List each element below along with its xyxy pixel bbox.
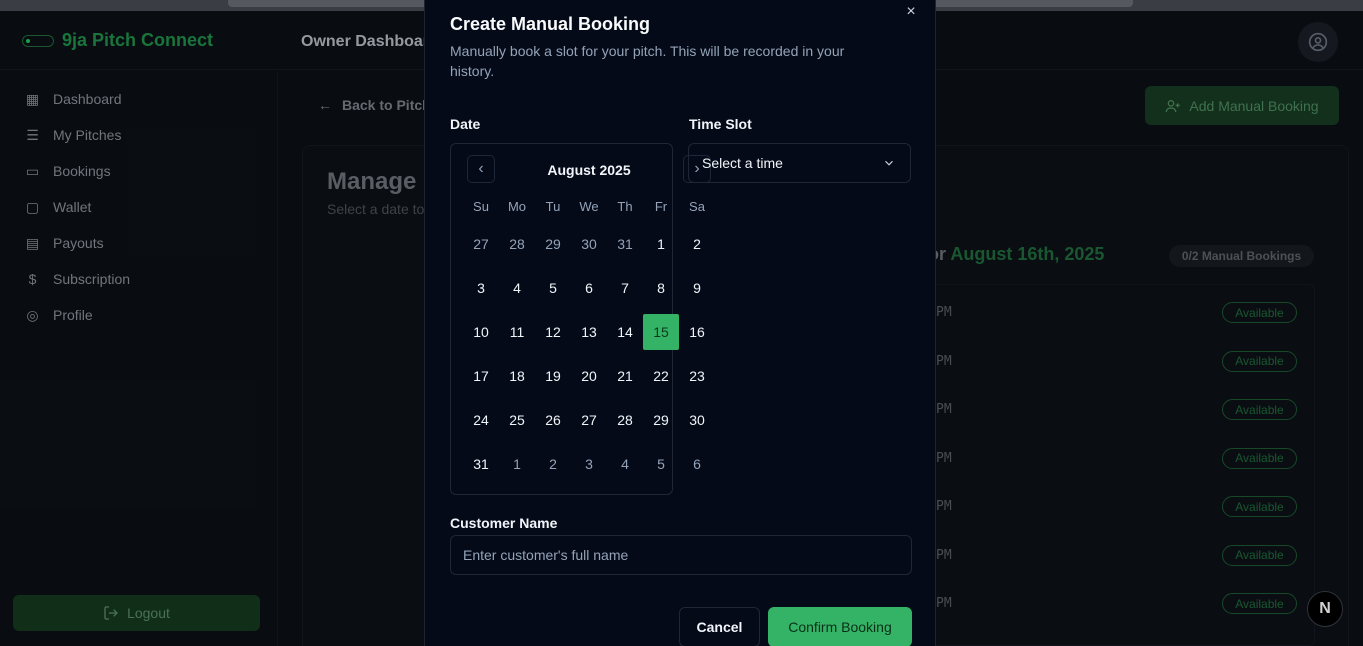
calendar-day[interactable]: 13 [571,314,607,350]
calendar-day[interactable]: 5 [643,446,679,482]
calendar-day[interactable]: 20 [571,358,607,394]
calendar-day[interactable]: 3 [463,270,499,306]
calendar-day[interactable]: 19 [535,358,571,394]
calendar-day[interactable]: 6 [679,446,715,482]
create-booking-dialog: × Create Manual Booking Manually book a … [424,0,936,646]
calendar-day[interactable]: 30 [679,402,715,438]
weekday-header: Sa [689,199,705,214]
calendar-day[interactable]: 14 [607,314,643,350]
calendar-day[interactable]: 4 [607,446,643,482]
customer-name-label: Customer Name [450,515,558,531]
date-label: Date [450,116,481,132]
weekday-header: Mo [507,199,527,214]
calendar-day[interactable]: 2 [679,226,715,262]
confirm-booking-button[interactable]: Confirm Booking [768,607,912,646]
chevron-down-icon [885,160,893,166]
calendar-day[interactable]: 28 [607,402,643,438]
calendar-day[interactable]: 18 [499,358,535,394]
calendar-day[interactable]: 10 [463,314,499,350]
prev-month-button[interactable]: ‹ [467,155,495,183]
calendar-day[interactable]: 21 [607,358,643,394]
customer-name-input[interactable] [450,535,912,575]
dialog-title: Create Manual Booking [450,14,651,34]
calendar-day[interactable]: 5 [535,270,571,306]
calendar-day[interactable]: 26 [535,402,571,438]
calendar-day[interactable]: 16 [679,314,715,350]
cancel-button[interactable]: Cancel [679,607,760,646]
calendar-day[interactable]: 11 [499,314,535,350]
weekday-header: Su [473,199,489,214]
calendar-day[interactable]: 1 [499,446,535,482]
chevron-left-icon: ‹ [478,160,484,177]
calendar-day[interactable]: 22 [643,358,679,394]
calendar-day[interactable]: 4 [499,270,535,306]
calendar-day[interactable]: 31 [463,446,499,482]
calendar-day[interactable]: 12 [535,314,571,350]
calendar-day[interactable]: 9 [679,270,715,306]
dialog-description: Manually book a slot for your pitch. Thi… [450,43,845,79]
time-slot-label: Time Slot [689,116,752,132]
close-icon[interactable]: × [903,4,919,20]
calendar-day[interactable]: 27 [463,226,499,262]
calendar-day[interactable]: 1 [643,226,679,262]
calendar-day[interactable]: 24 [463,402,499,438]
calendar-day[interactable]: 30 [571,226,607,262]
calendar-day[interactable]: 29 [535,226,571,262]
calendar-day[interactable]: 7 [607,270,643,306]
weekday-header: Fr [654,199,668,214]
calendar-day[interactable]: 28 [499,226,535,262]
date-picker: August 2025 ‹ › Su Mo Tu We Th Fr Sa 27 28 29 30 31… [450,143,711,495]
time-slot-select[interactable]: Select a time [688,143,911,183]
calendar-day[interactable]: 31 [607,226,643,262]
calendar-day[interactable]: 15 [643,314,679,350]
calendar-day[interactable]: 6 [571,270,607,306]
calendar-day[interactable]: 8 [643,270,679,306]
weekday-header: Tu [545,199,561,214]
calendar-day[interactable]: 23 [679,358,715,394]
calendar-day[interactable]: 3 [571,446,607,482]
calendar-day[interactable]: 25 [499,402,535,438]
weekday-header: We [579,199,599,214]
calendar-day[interactable]: 2 [535,446,571,482]
weekday-header: Th [617,199,633,214]
time-slot-value: Select a time [702,155,783,171]
calendar-day[interactable]: 29 [643,402,679,438]
calendar-day[interactable]: 17 [463,358,499,394]
calendar-day[interactable]: 27 [571,402,607,438]
